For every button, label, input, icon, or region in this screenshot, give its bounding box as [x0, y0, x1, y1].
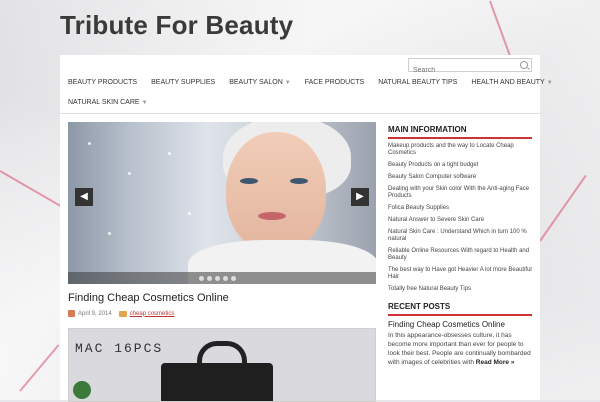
nav-item-natural-skin-care[interactable]: NATURAL SKIN CARE ▼ [60, 93, 155, 113]
slider-prev-button[interactable]: ◀ [75, 188, 93, 206]
main-content: ◀ ▶ Finding Cheap Cosmetics Online April… [60, 114, 540, 402]
post-image-text: MAC 16PCS [75, 341, 164, 356]
post-date: April 9, 2014 [78, 310, 112, 317]
submenu-indicator-icon: ▼ [546, 80, 553, 86]
recent-post-title[interactable]: Finding Cheap Cosmetics Online [388, 320, 532, 329]
nav-row-1: BEAUTY PRODUCTS BEAUTY SUPPLIES BEAUTY S… [60, 73, 553, 93]
sidebar-link[interactable]: Dealing with your Skin color With the An… [388, 186, 532, 200]
snow-dot [128, 172, 131, 175]
sidebar-link[interactable]: Natural Answer to Severe Skin Care [388, 217, 532, 224]
main-navigation: BEAUTY PRODUCTS BEAUTY SUPPLIES BEAUTY S… [60, 73, 553, 114]
sidebar-link[interactable]: Beauty Salon Computer software [388, 174, 532, 181]
nav-item-natural-beauty-tips[interactable]: NATURAL BEAUTY TIPS [371, 73, 464, 93]
slider-dot[interactable] [207, 276, 212, 281]
post-image-bag [161, 363, 273, 401]
post-image-leaf [73, 381, 91, 399]
calendar-icon [68, 310, 75, 317]
nav-label: HEALTH AND BEAUTY [471, 79, 545, 86]
nav-item-beauty-supplies[interactable]: BEAUTY SUPPLIES [144, 73, 222, 93]
post-title[interactable]: Finding Cheap Cosmetics Online [68, 292, 229, 304]
nav-item-beauty-products[interactable]: BEAUTY PRODUCTS [60, 73, 144, 93]
slide-image-eye [240, 178, 258, 184]
arrow-left-icon: ◀ [80, 191, 88, 202]
nav-item-face-products[interactable]: FACE PRODUCTS [298, 73, 372, 93]
search-icon[interactable] [520, 61, 528, 69]
sidebar-link[interactable]: Folica Beauty Supplies [388, 205, 532, 212]
nav-row-2: NATURAL SKIN CARE ▼ [60, 93, 540, 113]
snow-dot [168, 152, 171, 155]
nav-label: NATURAL BEAUTY TIPS [378, 79, 458, 86]
search-box [408, 58, 532, 77]
sidebar-link[interactable]: Makeup products and the way to Locate Ch… [388, 143, 532, 157]
nav-item-beauty-salon[interactable]: BEAUTY SALON ▼ [222, 73, 298, 93]
slider-dot[interactable] [199, 276, 204, 281]
slide-image-lips [258, 212, 286, 220]
snow-dot [188, 212, 191, 215]
widget-title-main-information: MAIN INFORMATION [388, 122, 532, 139]
slider-dot[interactable] [215, 276, 220, 281]
recent-post-excerpt: In this appearance-obsesses culture, it … [388, 331, 532, 367]
site-title[interactable]: Tribute For Beauty [60, 10, 293, 41]
read-more-link[interactable]: Read More » [476, 359, 515, 366]
post-category-link[interactable]: cheap cosmetics [130, 311, 175, 317]
submenu-indicator-icon: ▼ [141, 100, 148, 106]
sidebar: MAIN INFORMATION Makeup products and the… [388, 122, 532, 367]
slider-next-button[interactable]: ▶ [351, 188, 369, 206]
nav-label: BEAUTY PRODUCTS [68, 79, 138, 86]
slider-bar [68, 272, 376, 284]
snow-dot [88, 142, 91, 145]
slider-dot[interactable] [223, 276, 228, 281]
nav-label: NATURAL SKIN CARE [68, 99, 140, 106]
widget-title-recent-posts: RECENT POSTS [388, 299, 532, 316]
sidebar-link[interactable]: Beauty Products on a tight budget [388, 162, 532, 169]
sidebar-link-list: Makeup products and the way to Locate Ch… [388, 143, 532, 293]
nav-label: BEAUTY SALON [229, 79, 283, 86]
slider-dot[interactable] [231, 276, 236, 281]
sidebar-link[interactable]: Totally free Natural Beauty Tips [388, 286, 532, 293]
snow-dot [108, 232, 111, 235]
folder-icon [118, 310, 127, 317]
nav-item-health-and-beauty[interactable]: HEALTH AND BEAUTY ▼ [464, 73, 559, 93]
sidebar-link[interactable]: The best way to Have got Heavier A lot m… [388, 267, 532, 281]
top-bar [60, 55, 540, 77]
sidebar-link[interactable]: Natural Skin Care : Understand Which in … [388, 229, 532, 243]
post-meta: April 9, 2014 cheap cosmetics [68, 310, 174, 317]
submenu-indicator-icon: ▼ [284, 80, 291, 86]
sidebar-link[interactable]: Reliable Online Resources With regard to… [388, 248, 532, 262]
post-featured-image[interactable]: MAC 16PCS [68, 328, 376, 402]
arrow-right-icon: ▶ [356, 191, 364, 202]
slide-image-eye [290, 178, 308, 184]
slider-pagination [199, 276, 236, 281]
slide-image-face [226, 132, 326, 252]
featured-slider[interactable]: ◀ ▶ [68, 122, 376, 284]
nav-label: FACE PRODUCTS [304, 79, 365, 86]
nav-label: BEAUTY SUPPLIES [151, 79, 216, 86]
